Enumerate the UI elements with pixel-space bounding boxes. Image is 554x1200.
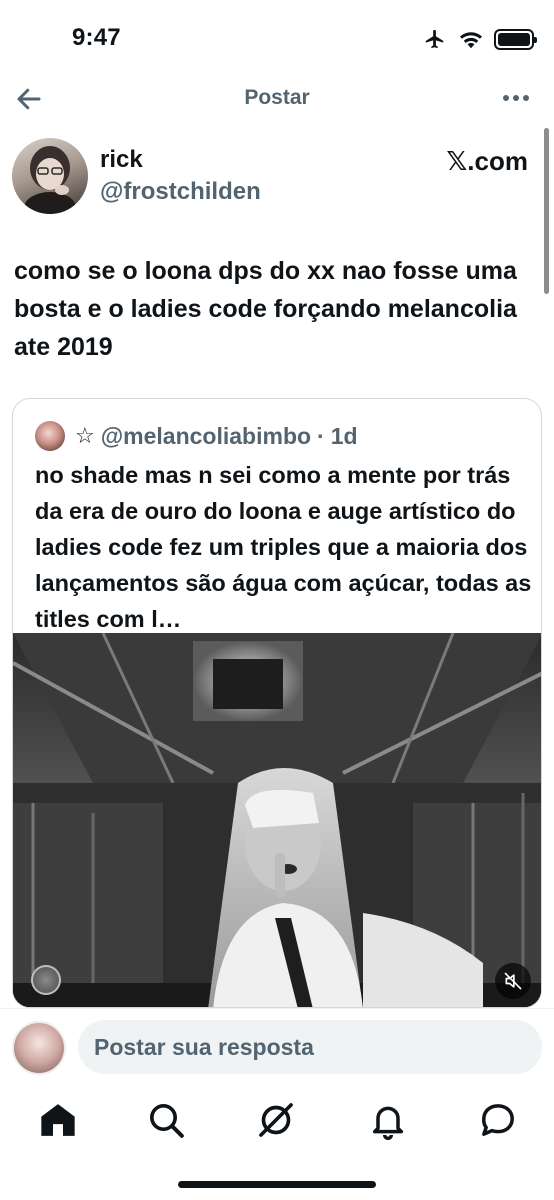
quote-time: 1d xyxy=(330,422,358,449)
tweet-author: rick @frostchilden 𝕏.com xyxy=(12,138,542,218)
home-indicator xyxy=(178,1181,376,1188)
author-name[interactable]: rick xyxy=(100,146,143,174)
star-icon: ☆ xyxy=(75,423,95,448)
quote-avatar[interactable] xyxy=(35,421,65,451)
quote-video[interactable] xyxy=(13,633,541,1007)
battery-icon xyxy=(494,28,537,50)
site-label: 𝕏.com xyxy=(446,146,528,176)
current-user-avatar xyxy=(12,1021,66,1075)
quote-header: ☆ @melancoliabimbo · 1d xyxy=(35,421,358,451)
grok-icon[interactable] xyxy=(256,1100,296,1140)
reply-input[interactable]: Postar sua resposta xyxy=(78,1020,542,1074)
wifi-icon xyxy=(459,32,483,49)
status-icons xyxy=(422,28,537,50)
quote-text: no shade mas n sei como a mente por trás… xyxy=(35,462,532,632)
reply-bar: Postar sua resposta xyxy=(0,1008,554,1084)
quote-handle[interactable]: @melancoliabimbo xyxy=(101,423,311,450)
scrollbar[interactable] xyxy=(544,128,549,294)
tweet-text: como se o loona dps do xx nao fosse uma … xyxy=(14,257,517,361)
quote-separator: · xyxy=(317,422,325,449)
avatar[interactable] xyxy=(12,138,88,214)
author-handle[interactable]: @frostchilden xyxy=(100,178,261,206)
search-icon[interactable] xyxy=(146,1100,186,1140)
more-horizontal-icon[interactable] xyxy=(500,86,532,110)
quoted-post[interactable]: ☆ @melancoliabimbo · 1d no shade mas n s… xyxy=(12,398,542,1008)
nav-bar: Postar xyxy=(0,78,554,118)
bell-icon[interactable] xyxy=(368,1100,408,1140)
status-bar: 9:47 xyxy=(0,0,554,80)
home-icon[interactable] xyxy=(38,1100,78,1140)
page-title: Postar xyxy=(244,86,310,109)
tab-bar xyxy=(0,1084,554,1200)
status-time: 9:47 xyxy=(72,24,121,51)
airplane-icon xyxy=(425,29,444,49)
message-icon[interactable] xyxy=(478,1100,518,1140)
media-avatar-icon xyxy=(31,965,61,995)
volume-muted-icon[interactable] xyxy=(495,963,531,999)
